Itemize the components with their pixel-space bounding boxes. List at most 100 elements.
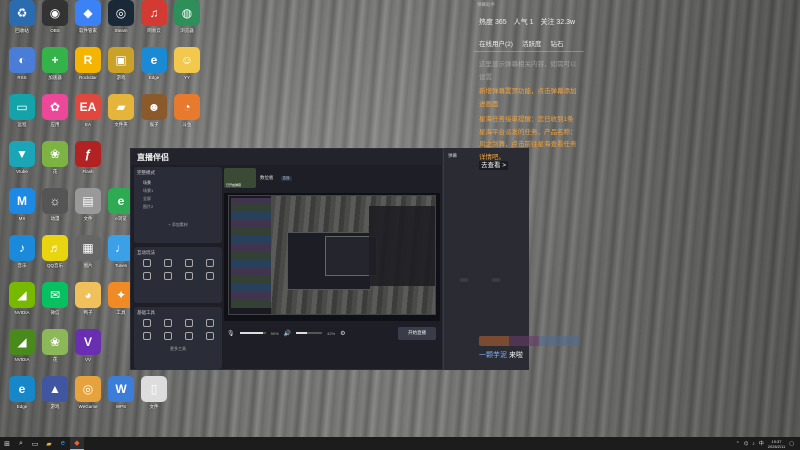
view-task-link[interactable]: 去查看 > — [479, 161, 509, 170]
file-icon: ▤ — [75, 188, 101, 214]
room-thumbnail[interactable]: 已开启弹幕 — [224, 168, 256, 188]
ea-icon: EA — [75, 94, 101, 120]
preview-dark-panel — [369, 206, 435, 286]
room-name[interactable]: 数位板 — [260, 175, 274, 181]
streaming-app-window[interactable]: 直播伴侣 完整模式 场景 场景1 全屏 图片2 + 添加素材 互动玩法 基础工具… — [130, 148, 443, 370]
room-thumbnail-label: 已开启弹幕 — [226, 183, 242, 187]
tool-button[interactable] — [179, 272, 198, 281]
desktop-icon[interactable]: ▯ 文件 — [134, 376, 174, 414]
mic-icon[interactable]: 🎙 — [227, 330, 235, 337]
overlay-tabs: 在线用户(2) 活跃度 钻石 — [479, 38, 563, 48]
wps-icon: W — [108, 376, 134, 402]
speaker-icon[interactable]: 🔊 — [284, 330, 291, 337]
tool-button[interactable] — [200, 319, 219, 328]
overlay-divider — [474, 51, 584, 52]
clock[interactable]: 19:37 2026/2/11 — [768, 439, 786, 449]
tool-icon — [184, 272, 193, 280]
desktop-icon[interactable]: ƒ Flash — [68, 141, 108, 179]
tool-button[interactable] — [137, 272, 156, 281]
scene-panel-title[interactable]: 完整模式 — [137, 170, 219, 176]
chevron-up-icon[interactable]: ⌃ — [736, 441, 740, 447]
vtube-icon: ▼ — [9, 141, 35, 167]
scene-item[interactable]: 图片2 — [137, 203, 219, 211]
overlay-gift-strip — [479, 336, 579, 346]
rss-icon: ◐ — [9, 47, 35, 73]
folder-icon: ▰ — [108, 94, 134, 120]
input-language[interactable]: 中 — [759, 440, 764, 447]
tool-button[interactable] — [200, 259, 219, 268]
tool-button[interactable] — [179, 319, 198, 328]
app-titlebar[interactable]: 直播伴侣 — [131, 149, 442, 165]
basic-tools-title: 基础工具 — [137, 310, 155, 315]
image-icon: ▦ — [75, 235, 101, 261]
tab-online-users[interactable]: 在线用户(2) — [479, 38, 513, 48]
mic-volume-slider[interactable] — [239, 332, 266, 334]
tool-button[interactable] — [158, 259, 177, 268]
more-tools-link[interactable]: 更多工具 — [137, 345, 219, 353]
search-icon[interactable]: ⌕ — [14, 437, 28, 450]
tool-button[interactable] — [158, 272, 177, 281]
fish-icon: ◔ — [174, 94, 200, 120]
speaker-volume-slider[interactable] — [296, 332, 323, 334]
tool-button[interactable] — [200, 272, 219, 281]
mx-icon: M — [9, 188, 35, 214]
network-icon[interactable]: ⌬ — [744, 441, 748, 447]
start-live-button[interactable]: 开始直播 — [398, 326, 436, 340]
tool-button[interactable] — [158, 332, 177, 341]
overlay-stats: 热度 365 人气 1 关注 32.3w — [479, 17, 575, 27]
tool-icon — [163, 272, 172, 280]
scene-tab[interactable]: 场景 — [137, 179, 219, 187]
comments-left-button[interactable] — [460, 278, 468, 282]
tool-button[interactable] — [179, 332, 198, 341]
windows-start-icon[interactable]: ⊞ — [0, 437, 14, 450]
scene-item[interactable]: 全屏 — [137, 195, 219, 203]
obs-icon: ◉ — [42, 0, 68, 26]
popularity-stat: 人气 1 — [513, 19, 534, 26]
speaker-volume-pct: 42% — [327, 330, 336, 336]
overlay-title: 弹幕助手 — [477, 2, 495, 7]
steam-icon: ◎ — [108, 0, 134, 26]
plus-icon: + — [42, 47, 68, 73]
tool-icon — [142, 259, 151, 267]
tool-icon — [205, 332, 214, 340]
settings-icon[interactable]: ⚙ — [340, 330, 345, 337]
app-logo: 直播伴侣 — [137, 152, 169, 162]
stream-preview[interactable] — [228, 195, 436, 315]
rockstar-icon: R — [75, 47, 101, 73]
file-explorer-icon[interactable]: ▰ — [42, 437, 56, 450]
music-icon: ♪ — [9, 235, 35, 261]
desktop-icon[interactable]: ☺ YY — [167, 47, 207, 85]
stream-preview-area[interactable] — [224, 193, 440, 321]
netease-icon: ♫ — [141, 0, 167, 26]
overlay-message: 星海任务接单提醒：您已收到1条星海平台派发的任务，产品名称：风之剑舞，点击前往星… — [479, 116, 577, 161]
room-tag[interactable]: 直播 — [280, 175, 292, 181]
system-tray: ⌃ ⌬ ♪ 中 19:37 2026/2/11 ▢ — [736, 439, 800, 449]
flower-icon: ❀ — [42, 141, 68, 167]
tool-button[interactable] — [200, 332, 219, 341]
overlay-user-name[interactable]: 一颗芋泥 — [479, 352, 507, 359]
scene-item[interactable]: 场景1 — [137, 187, 219, 195]
desktop-icon[interactable]: ◔ 斗鱼 — [167, 94, 207, 132]
desktop-icon[interactable]: V VV — [68, 329, 108, 367]
tool-icon — [205, 259, 214, 267]
tool-icon — [205, 272, 214, 280]
tab-activity[interactable]: 活跃度 — [522, 38, 542, 48]
edge-taskbar-icon[interactable]: e — [56, 437, 70, 450]
tool-icon — [184, 259, 193, 267]
add-source-button[interactable]: + 添加素材 — [137, 221, 219, 229]
tab-diamonds[interactable]: 钻石 — [550, 38, 563, 48]
tool-button[interactable] — [137, 332, 156, 341]
streaming-app-taskbar-icon[interactable]: ◆ — [70, 437, 84, 450]
notification-icon[interactable]: ▢ — [789, 441, 794, 447]
desktop-icon[interactable]: ◍ 浏览器 — [167, 0, 207, 38]
shield-icon: ◆ — [75, 0, 101, 26]
task-view-icon[interactable]: ▭ — [28, 437, 42, 450]
volume-icon[interactable]: ♪ — [752, 441, 755, 447]
tool-button[interactable] — [158, 319, 177, 328]
tool-icon — [163, 259, 172, 267]
interact-panel: 互动玩法 — [134, 247, 222, 303]
tool-button[interactable] — [137, 319, 156, 328]
tool-button[interactable] — [179, 259, 198, 268]
follow-stat: 关注 32.3w — [540, 19, 576, 26]
tool-button[interactable] — [137, 259, 156, 268]
